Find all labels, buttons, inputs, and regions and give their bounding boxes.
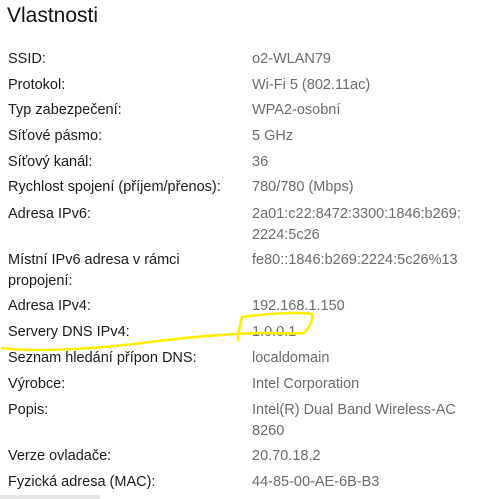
protocol-label: Protokol:: [8, 77, 66, 93]
driver-version-label: Verze ovladače:: [8, 448, 112, 464]
ipv6-address-label: Adresa IPv6:: [8, 206, 92, 222]
dns-servers-value: 1.0.0.1: [252, 324, 297, 340]
link-local-ipv6-value: fe80::1846:b269:2224:5c26%13: [252, 252, 458, 268]
dns-servers-label: Servery DNS IPv4:: [8, 324, 130, 340]
security-type-value: WPA2-osobní: [252, 102, 341, 118]
security-type-label: Typ zabezpečení:: [8, 102, 122, 118]
page-title: Vlastnosti: [7, 4, 99, 27]
mac-address-value: 44-85-00-AE-6B-B3: [252, 474, 380, 490]
description-label: Popis:: [8, 402, 49, 418]
ipv4-address-label: Adresa IPv4:: [8, 298, 92, 314]
manufacturer-label: Výrobce:: [8, 376, 66, 392]
link-speed-label: Rychlost spojení (příjem/přenos):: [8, 179, 221, 195]
description-value: Intel(R) Dual Band Wireless-AC 8260: [252, 402, 456, 439]
ipv6-address-value: 2a01:c22:8472:3300:1846:b269: 2224:5c26: [252, 206, 461, 243]
protocol-value: Wi-Fi 5 (802.11ac): [252, 77, 371, 93]
network-band-label: Síťové pásmo:: [8, 128, 103, 144]
network-channel-value: 36: [252, 154, 269, 170]
mac-address-label: Fyzická adresa (MAC):: [8, 474, 156, 490]
link-speed-value: 780/780 (Mbps): [252, 179, 354, 195]
manufacturer-value: Intel Corporation: [252, 376, 360, 392]
dns-suffix-value: localdomain: [252, 350, 330, 366]
dns-suffix-label: Seznam hledání přípon DNS:: [8, 350, 197, 366]
ssid-label: SSID:: [8, 51, 46, 67]
link-local-ipv6-label: Místní IPv6 adresa v rámci propojení:: [8, 252, 180, 289]
network-channel-label: Síťový kanál:: [8, 154, 93, 170]
ssid-value: o2-WLAN79: [252, 51, 331, 67]
bottom-divider: [0, 495, 100, 499]
network-band-value: 5 GHz: [252, 128, 294, 144]
ipv4-address-value: 192.168.1.150: [252, 298, 345, 314]
driver-version-value: 20.70.18.2: [252, 448, 321, 464]
